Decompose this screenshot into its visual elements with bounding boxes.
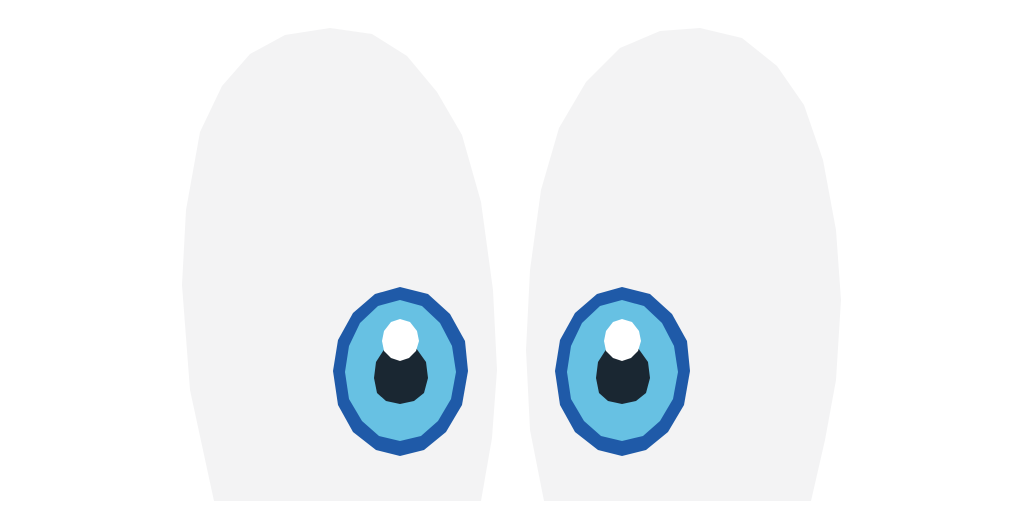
cartoon-eyes-canvas	[0, 0, 1024, 512]
cartoon-eyes-illustration	[182, 28, 841, 501]
right-eye-white	[526, 28, 841, 501]
right-eye	[526, 28, 841, 501]
left-eye	[182, 28, 497, 501]
left-eye-white	[182, 28, 497, 501]
